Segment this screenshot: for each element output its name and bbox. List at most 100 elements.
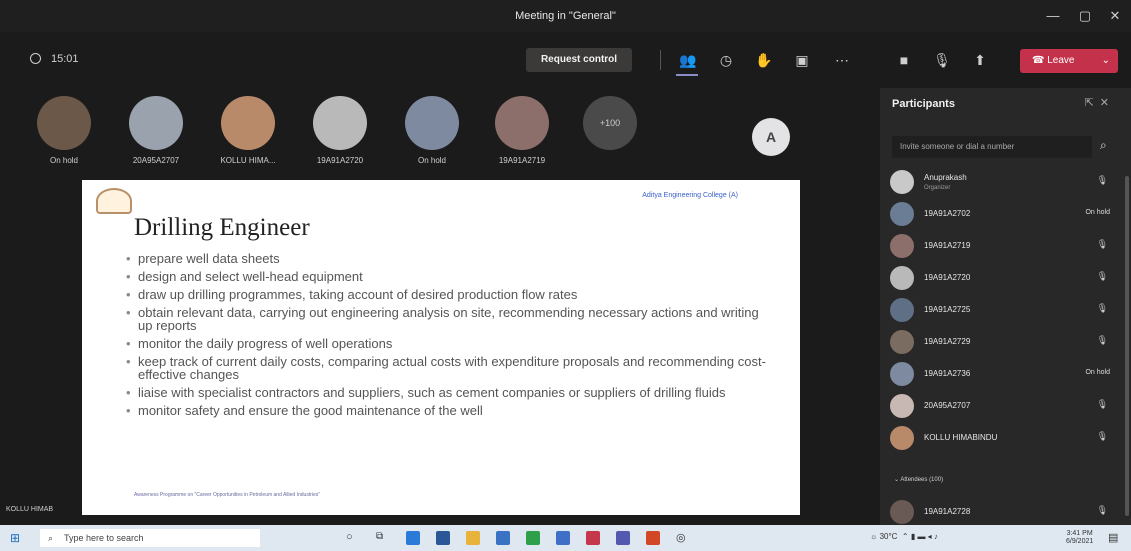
participant-row[interactable]: Anuprakash Organizer 🎙 bbox=[888, 170, 1116, 196]
avatar bbox=[890, 298, 914, 322]
edge-icon[interactable] bbox=[406, 531, 420, 545]
avatar bbox=[129, 96, 183, 150]
participant-row[interactable]: 19A91A2720 🎙 bbox=[888, 266, 1116, 292]
avatar bbox=[890, 394, 914, 418]
taskbar-search-input[interactable]: ⌕ Type here to search bbox=[40, 529, 260, 547]
window-title: Meeting in "General" bbox=[515, 10, 616, 22]
attendees-label: Attendees (100) bbox=[900, 477, 944, 483]
share-screen-icon[interactable]: ⬆ bbox=[968, 48, 992, 72]
search-icon: ⌕ bbox=[48, 533, 54, 543]
avatar[interactable]: A bbox=[752, 118, 790, 156]
college-logo bbox=[96, 188, 132, 214]
participant-row[interactable]: 19A91A2729 🎙 bbox=[888, 330, 1116, 356]
avatar bbox=[890, 170, 914, 194]
participant-row[interactable]: KOLLU HIMABINDU 🎙 bbox=[888, 426, 1116, 452]
mic-off-icon: 🎙 bbox=[1096, 431, 1108, 441]
participant-name: 19A91A2729 bbox=[924, 337, 971, 346]
microphone-icon[interactable]: 🎙 bbox=[930, 48, 954, 72]
camera-icon[interactable]: ■ bbox=[892, 48, 916, 72]
file-explorer-icon[interactable] bbox=[466, 531, 480, 545]
participant-row[interactable]: 19A91A2736 On hold bbox=[888, 362, 1116, 388]
video-tile[interactable]: 20A95A2707 bbox=[116, 88, 196, 165]
participant-name: 19A91A2720 bbox=[924, 273, 971, 282]
video-tile[interactable]: On hold bbox=[24, 88, 104, 165]
avatar bbox=[890, 202, 914, 226]
tile-name: 19A91A2720 bbox=[316, 156, 364, 165]
participant-name: 19A91A2719 bbox=[924, 241, 971, 250]
reactions-icon[interactable]: ✋ bbox=[752, 48, 776, 72]
minimize-icon[interactable]: — bbox=[1040, 6, 1066, 26]
call-toolbar: 15:01 Request control 👥 ◷ ✋ ▣ ⋯ ■ 🎙 ⬆ ☎ … bbox=[0, 40, 1131, 80]
tray-icons[interactable]: ⌃ ▮ ▬ ◂ ♪ bbox=[902, 532, 938, 541]
teams-window: Meeting in "General" — ▢ ✕ 15:01 Request… bbox=[0, 0, 1131, 525]
participant-name: Anuprakash bbox=[924, 173, 967, 182]
tile-name: On hold bbox=[417, 156, 447, 165]
notification-icon[interactable]: ▤ bbox=[1108, 531, 1122, 545]
mic-off-icon: 🎙 bbox=[1096, 239, 1108, 249]
participant-row[interactable]: 19A91A2719 🎙 bbox=[888, 234, 1116, 260]
video-tile[interactable]: 19A91A2720 bbox=[300, 88, 380, 165]
bullet-item: obtain relevant data, carrying out engin… bbox=[126, 306, 766, 332]
more-actions-icon[interactable]: ⋯ bbox=[830, 48, 854, 72]
request-control-button[interactable]: Request control bbox=[526, 48, 632, 72]
bullet-item: draw up drilling programmes, taking acco… bbox=[126, 288, 766, 301]
panel-title: Participants bbox=[892, 98, 955, 110]
participant-name: 19A91A2728 bbox=[924, 507, 971, 516]
invite-input[interactable]: Invite someone or dial a number bbox=[892, 136, 1092, 158]
powerpoint-icon[interactable] bbox=[586, 531, 600, 545]
avatar bbox=[405, 96, 459, 150]
chat-icon[interactable]: ◷ bbox=[714, 48, 738, 72]
participant-row[interactable]: 20A95A2707 🎙 bbox=[888, 394, 1116, 420]
close-icon[interactable]: ✕ bbox=[1102, 6, 1128, 26]
mic-off-icon: 🎙 bbox=[1096, 335, 1108, 345]
title-bar: Meeting in "General" — ▢ ✕ bbox=[0, 0, 1131, 32]
windows-start-icon[interactable]: ⊞ bbox=[10, 531, 24, 545]
mail-icon[interactable] bbox=[496, 531, 510, 545]
maximize-icon[interactable]: ▢ bbox=[1072, 6, 1098, 26]
search-icon[interactable]: ⌕ bbox=[1100, 138, 1107, 153]
active-indicator bbox=[676, 74, 698, 76]
phone-icon: ☎ bbox=[1032, 55, 1048, 66]
toolbar-divider bbox=[660, 50, 661, 70]
chrome-icon[interactable] bbox=[526, 531, 540, 545]
participants-icon[interactable]: 👥 bbox=[676, 48, 700, 72]
cortana-icon[interactable]: ○ bbox=[346, 531, 360, 545]
overflow-tile[interactable]: +100 bbox=[570, 88, 650, 150]
weather-icon[interactable]: ☼ bbox=[870, 532, 880, 541]
participant-row[interactable]: 19A91A2702 On hold bbox=[888, 202, 1116, 228]
word-icon[interactable] bbox=[556, 531, 570, 545]
bullet-item: keep track of current daily costs, compa… bbox=[126, 355, 766, 381]
tile-name: KOLLU HIMA... bbox=[220, 156, 276, 165]
attendees-section-toggle[interactable]: ⌄ Attendees (100) bbox=[894, 476, 943, 483]
avatar bbox=[890, 500, 914, 524]
scrollbar[interactable] bbox=[1125, 176, 1129, 516]
weather-temp: 30°C bbox=[879, 532, 898, 541]
panel-actions[interactable]: ⇱ ✕ bbox=[1084, 96, 1109, 109]
video-tile[interactable]: KOLLU HIMA... bbox=[208, 88, 288, 165]
popout-icon[interactable]: ⇱ bbox=[1084, 97, 1093, 109]
avatar bbox=[890, 426, 914, 450]
office-icon[interactable] bbox=[646, 531, 660, 545]
teams-icon[interactable] bbox=[616, 531, 630, 545]
participant-row[interactable]: 19A91A2728 🎙 bbox=[888, 500, 1116, 525]
rooms-icon[interactable]: ▣ bbox=[790, 48, 814, 72]
video-tile[interactable]: 19A91A2719 bbox=[482, 88, 562, 165]
video-tile[interactable]: On hold bbox=[392, 88, 472, 165]
bullet-item: design and select well-head equipment bbox=[126, 270, 766, 283]
task-view-icon[interactable]: ⧉ bbox=[376, 531, 390, 545]
participants-panel: Participants ⇱ ✕ Invite someone or dial … bbox=[880, 88, 1131, 525]
participant-row[interactable]: 19A91A2725 🎙 bbox=[888, 298, 1116, 324]
taskbar-clock[interactable]: 3:41 PM 6/9/2021 bbox=[1066, 530, 1093, 546]
mic-off-icon: 🎙 bbox=[1096, 175, 1108, 185]
close-icon[interactable]: ✕ bbox=[1100, 97, 1109, 109]
store-icon[interactable] bbox=[436, 531, 450, 545]
avatar: +100 bbox=[583, 96, 637, 150]
camera-app-icon[interactable]: ◎ bbox=[676, 531, 690, 545]
clock-date: 6/9/2021 bbox=[1066, 538, 1094, 545]
mic-off-icon: 🎙 bbox=[1096, 271, 1108, 281]
search-placeholder: Type here to search bbox=[64, 533, 144, 543]
tile-name: 19A91A2719 bbox=[498, 156, 546, 165]
leave-button[interactable]: ☎ Leave ⌄ bbox=[1020, 49, 1118, 73]
avatar bbox=[221, 96, 275, 150]
chevron-down-icon[interactable]: ⌄ bbox=[1102, 49, 1110, 73]
